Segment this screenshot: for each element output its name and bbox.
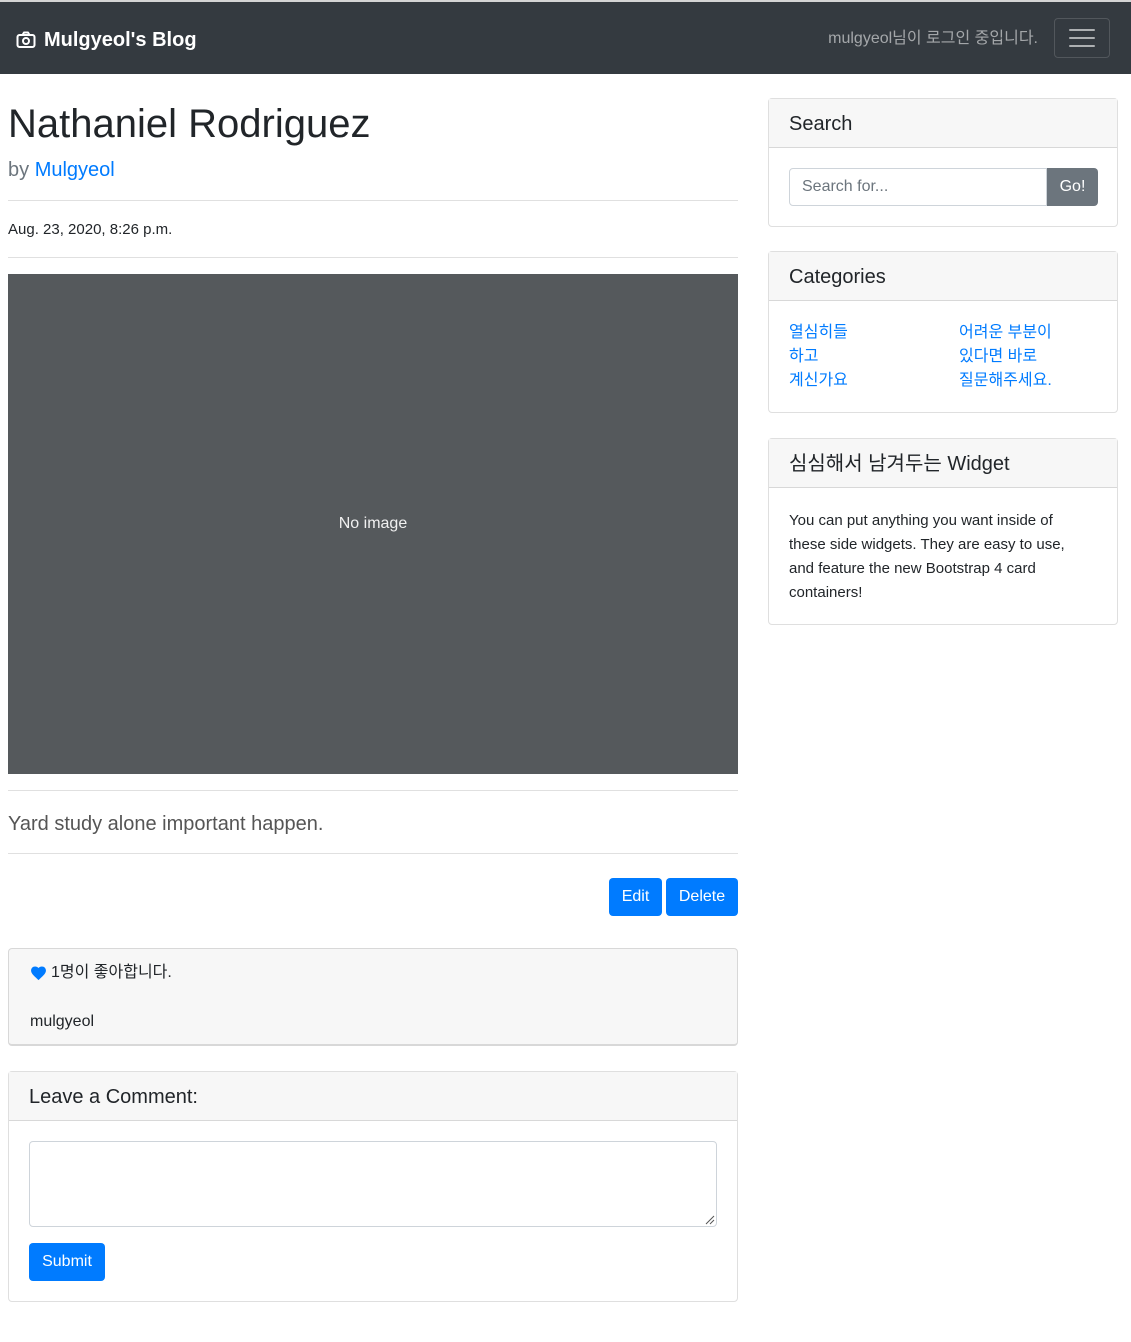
search-card-header: Search [769,99,1117,148]
camera-icon [16,31,36,48]
side-widget-heading: 심심해서 남겨두는 Widget [789,453,1010,475]
category-link[interactable]: 있다면 바로 [959,345,1099,369]
comment-card-header: Leave a Comment: [9,1072,737,1121]
category-link[interactable]: 열심히들 [789,321,929,345]
brand-link[interactable]: Mulgyeol's Blog [16,28,197,52]
post-date: Aug. 23, 2020, 8:26 p.m. [8,221,173,238]
divider [8,200,738,201]
categories-heading: Categories [789,266,886,288]
hamburger-menu-icon [1069,29,1095,47]
categories-card: Categories 열심히들 하고 계신가요 어려운 부분이 있다면 바로 질… [768,251,1118,413]
comment-heading: Leave a Comment: [29,1086,198,1108]
category-link[interactable]: 하고 [789,345,929,369]
search-input[interactable] [789,168,1047,206]
brand-title: Mulgyeol's Blog [44,29,197,51]
categories-card-header: Categories [769,252,1117,301]
like-count-line: 1명이 좋아합니다. [30,963,172,983]
login-status-text: mulgyeol님이 로그인 중입니다. [828,30,1038,47]
comment-textarea[interactable] [29,1141,717,1227]
post-byline: by Mulgyeol [8,158,115,182]
side-widget-card: 심심해서 남겨두는 Widget You can put anything yo… [768,438,1118,625]
likes-card: 1명이 좋아합니다. mulgyeol [8,948,738,1046]
submit-button[interactable]: Submit [29,1243,105,1281]
side-widget-header: 심심해서 남겨두는 Widget [769,439,1117,488]
post-title: Nathaniel Rodriguez [8,102,371,146]
divider [8,853,738,854]
delete-button[interactable]: Delete [666,878,738,916]
divider [8,790,738,791]
author-link[interactable]: Mulgyeol [35,159,115,181]
search-heading: Search [789,113,853,135]
like-count-text: 1명이 좋아합니다. [51,964,172,981]
liked-user: mulgyeol [30,1013,95,1030]
post-content: Yard study alone important happen. [8,813,324,835]
post-image-placeholder: No image [8,274,738,774]
comment-card: Leave a Comment: Submit [8,1071,738,1302]
no-image-label: No image [338,515,408,532]
side-widget-text: You can put anything you want inside of … [789,512,1065,601]
category-link[interactable]: 계신가요 [789,369,929,393]
category-link[interactable]: 질문해주세요. [959,369,1099,393]
category-link[interactable]: 어려운 부분이 [959,321,1099,345]
resize-grip-icon[interactable] [703,1213,715,1225]
top-navbar: Mulgyeol's Blog mulgyeol님이 로그인 중입니다. [0,0,1131,74]
edit-button[interactable]: Edit [609,878,662,916]
navbar-toggler-button[interactable] [1054,18,1110,58]
search-card: Search Go! [768,98,1118,227]
divider [8,257,738,258]
byline-prefix: by [8,159,35,181]
search-go-button[interactable]: Go! [1047,168,1098,206]
heart-icon[interactable] [30,965,47,981]
